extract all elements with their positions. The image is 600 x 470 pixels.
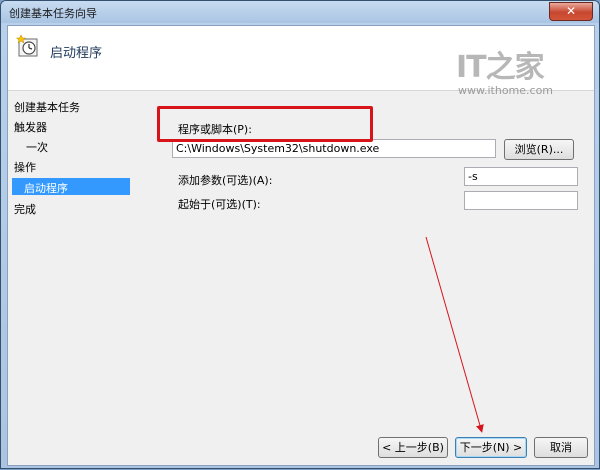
page-title: 启动程序 [50,46,103,61]
startin-input[interactable] [464,191,578,210]
program-highlight-box [157,106,373,142]
nav-item-trigger[interactable]: 触发器 [14,119,47,135]
title-bar[interactable]: 创建基本任务向导 ✕ [1,1,599,23]
wizard-header: 启动程序 IT之家 www.ithome.com [8,26,594,97]
ithome-url: www.ithome.com [458,84,554,97]
nav-item-once[interactable]: 一次 [26,139,48,155]
nav-item-start-program-label: 启动程序 [24,182,68,195]
args-label: 添加参数(可选)(A): [178,174,273,187]
nav-item-start-program[interactable]: 启动程序 [12,178,130,195]
startin-label: 起始于(可选)(T): [178,198,261,211]
nav-item-create-basic-task[interactable]: 创建基本任务 [14,99,80,115]
ithome-watermark: IT之家 www.ithome.com [456,42,556,97]
close-icon: ✕ [565,4,577,18]
nav-item-finish[interactable]: 完成 [14,201,36,217]
nav-item-action[interactable]: 操作 [14,159,36,175]
cancel-button[interactable]: 取消 [534,437,588,458]
browse-button[interactable]: 浏览(R)... [504,139,574,160]
back-button[interactable]: < 上一步(B) [378,437,448,458]
wizard-client-area: 启动程序 IT之家 www.ithome.com 创建基本任务 触发器 一次 操… [7,25,595,466]
wizard-window: 创建基本任务向导 ✕ 启动程序 IT之家 www.ithome.com 创建基本… [0,0,600,469]
window-title: 创建基本任务向导 [9,7,97,20]
task-clock-icon [16,34,38,57]
args-input[interactable]: -s [464,167,578,186]
next-button[interactable]: 下一步(N) > [455,437,527,458]
ithome-logo: IT之家 [456,50,545,85]
wizard-step-nav: 创建基本任务 触发器 一次 操作 启动程序 完成 [8,91,158,465]
close-button[interactable]: ✕ [549,2,593,21]
